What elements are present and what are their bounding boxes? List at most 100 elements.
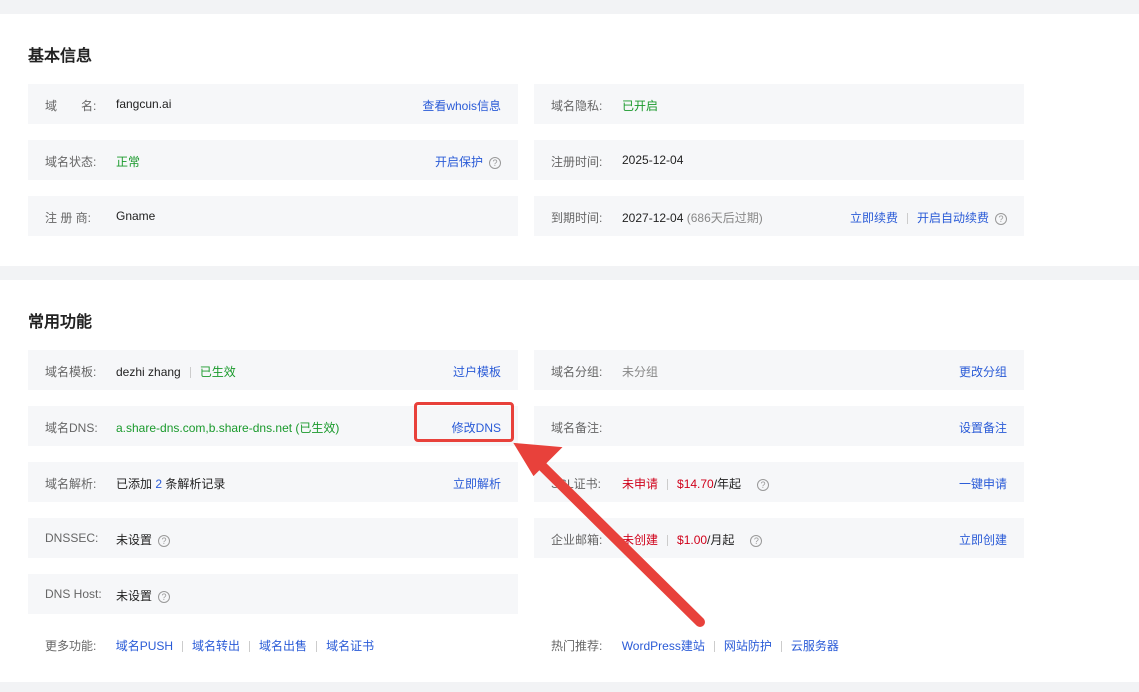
more-link-sell[interactable]: 域名出售: [259, 639, 307, 653]
group-label: 域名分组:: [551, 365, 603, 379]
mail-value: 未创建 $1.00/月起?: [622, 531, 763, 548]
resolve-value: 已添加 2 条解析记录: [116, 475, 225, 492]
dns-label: 域名DNS:: [45, 421, 98, 435]
protect-action: 开启保护?: [435, 153, 501, 170]
hot-link-cloud-server[interactable]: 云服务器: [791, 639, 839, 653]
ssl-unit: /年起: [713, 477, 742, 491]
template-status: 已生效: [199, 365, 236, 379]
group-value: 未分组: [622, 365, 659, 379]
expire-note: (686天后过期): [686, 211, 763, 225]
help-icon[interactable]: ?: [995, 212, 1007, 225]
privacy-label: 域名隐私:: [551, 99, 603, 113]
change-group-link[interactable]: 更改分组: [959, 363, 1007, 380]
dnshost-value: 未设置: [116, 589, 153, 603]
resolve-link[interactable]: 立即解析: [453, 475, 501, 492]
hot-recommend-label: 热门推荐:: [551, 639, 603, 653]
hot-recommend-row: 热门推荐: WordPress建站 网站防护 云服务器: [551, 637, 839, 653]
dnssec-row: DNSSEC: 未设置?: [28, 518, 518, 558]
help-icon[interactable]: ?: [750, 534, 763, 547]
domain-name-label: 域 名:: [45, 99, 97, 113]
divider: [667, 535, 669, 547]
divider: [316, 641, 318, 653]
common-functions-panel: 常用功能 域名模板: dezhi zhang 已生效 过户模板 域名分组: 未分组…: [0, 280, 1139, 682]
ssl-price: $14.70: [677, 477, 714, 491]
resolve-count[interactable]: 2: [155, 477, 162, 491]
protect-link[interactable]: 开启保护: [435, 155, 483, 169]
basic-info-panel: 基本信息 域 名: fangcun.ai 查看whois信息 域名隐私: 已开启…: [0, 14, 1139, 266]
transfer-template-link[interactable]: 过户模板: [453, 363, 501, 380]
mail-create-link[interactable]: 立即创建: [959, 531, 1007, 548]
auto-renew-link[interactable]: 开启自动续费: [917, 211, 989, 225]
domain-template-row: 域名模板: dezhi zhang 已生效 过户模板: [28, 350, 518, 390]
expire-time-value: 2027-12-04 (686天后过期): [622, 209, 763, 226]
mail-price: $1.00: [677, 533, 708, 547]
registrar-label: 注 册 商:: [45, 211, 92, 225]
more-link-transfer-out[interactable]: 域名转出: [192, 639, 240, 653]
dns-host-row: DNS Host: 未设置?: [28, 574, 518, 614]
registrar-row: 注 册 商: Gname: [28, 196, 518, 236]
more-functions-label: 更多功能:: [45, 639, 97, 653]
domain-group-row: 域名分组: 未分组 更改分组: [534, 350, 1024, 390]
dnshost-label: DNS Host:: [45, 587, 102, 601]
divider: [713, 641, 715, 653]
ssl-row: SSL证书: 未申请 $14.70/年起? 一键申请: [534, 462, 1024, 502]
domain-privacy-row: 域名隐私: 已开启: [534, 84, 1024, 124]
template-label: 域名模板:: [45, 365, 97, 379]
expire-date: 2027-12-04: [622, 211, 684, 225]
status-value: 正常: [116, 155, 141, 169]
mail-label: 企业邮箱:: [551, 533, 603, 547]
highlight-box: [414, 402, 514, 442]
divider: [249, 641, 251, 653]
domain-resolve-row: 域名解析: 已添加 2 条解析记录 立即解析: [28, 462, 518, 502]
resolve-prefix: 已添加: [116, 477, 153, 491]
help-icon[interactable]: ?: [757, 478, 770, 491]
common-functions-title: 常用功能: [28, 314, 93, 331]
help-icon[interactable]: ?: [489, 156, 501, 169]
renew-link[interactable]: 立即续费: [850, 211, 898, 225]
resolve-label: 域名解析:: [45, 477, 97, 491]
dnssec-value-group: 未设置?: [116, 531, 171, 548]
status-label: 域名状态:: [45, 155, 97, 169]
divider: [906, 213, 908, 225]
resolve-suffix: 条解析记录: [165, 477, 226, 491]
ssl-label: SSL证书:: [551, 477, 602, 491]
more-link-push[interactable]: 域名PUSH: [116, 639, 173, 653]
dns-value: a.share-dns.com,b.share-dns.net (已生效): [116, 421, 340, 435]
register-time-label: 注册时间:: [551, 155, 603, 169]
divider: [780, 641, 782, 653]
help-icon[interactable]: ?: [158, 534, 171, 547]
dnshost-value-group: 未设置?: [116, 587, 171, 604]
hot-link-protection[interactable]: 网站防护: [724, 639, 772, 653]
registrar-value: Gname: [116, 209, 156, 223]
expire-time-label: 到期时间:: [551, 211, 603, 225]
privacy-value: 已开启: [622, 99, 659, 113]
whois-link[interactable]: 查看whois信息: [422, 97, 501, 114]
ssl-status: 未申请: [622, 477, 659, 491]
note-label: 域名备注:: [551, 421, 603, 435]
domain-name-row: 域 名: fangcun.ai 查看whois信息: [28, 84, 518, 124]
set-note-link[interactable]: 设置备注: [959, 419, 1007, 436]
domain-status-row: 域名状态: 正常 开启保护?: [28, 140, 518, 180]
register-time-value: 2025-12-04: [622, 153, 684, 167]
mail-unit: /月起: [707, 533, 735, 547]
dnssec-value: 未设置: [116, 533, 153, 547]
enterprise-mail-row: 企业邮箱: 未创建 $1.00/月起? 立即创建: [534, 518, 1024, 558]
divider: [667, 479, 669, 491]
basic-info-title: 基本信息: [28, 48, 93, 65]
mail-status: 未创建: [622, 533, 659, 547]
hot-link-wordpress[interactable]: WordPress建站: [622, 639, 705, 653]
expire-time-row: 到期时间: 2027-12-04 (686天后过期) 立即续费 开启自动续费?: [534, 196, 1024, 236]
template-value: dezhi zhang: [116, 365, 181, 379]
help-icon[interactable]: ?: [158, 590, 171, 603]
renew-actions: 立即续费 开启自动续费?: [850, 209, 1007, 226]
more-link-certificate[interactable]: 域名证书: [326, 639, 374, 653]
ssl-apply-link[interactable]: 一键申请: [959, 475, 1007, 492]
register-time-row: 注册时间: 2025-12-04: [534, 140, 1024, 180]
domain-note-row: 域名备注: 设置备注: [534, 406, 1024, 446]
template-value-group: dezhi zhang 已生效: [116, 363, 236, 380]
more-functions-row: 更多功能: 域名PUSH 域名转出 域名出售 域名证书: [45, 637, 374, 653]
divider: [189, 367, 191, 379]
dnssec-label: DNSSEC:: [45, 531, 99, 545]
divider: [182, 641, 184, 653]
domain-name-value: fangcun.ai: [116, 97, 172, 111]
